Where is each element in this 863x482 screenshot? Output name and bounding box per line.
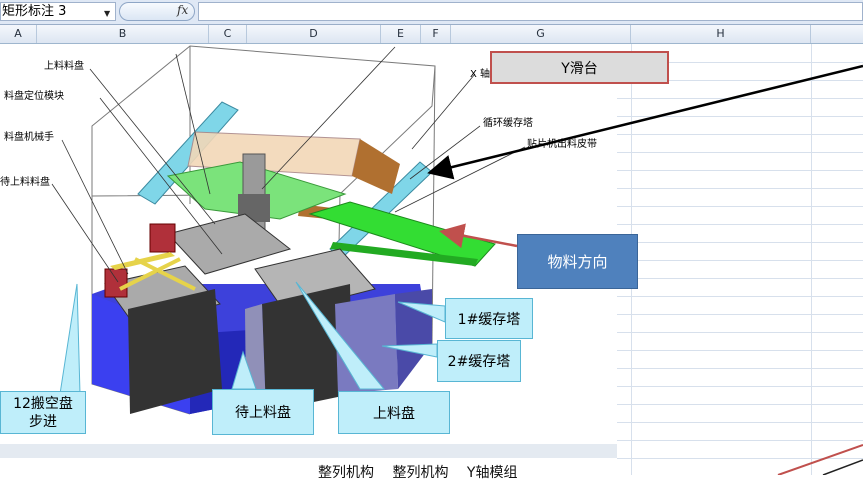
label-top-tray: 上料料盘	[44, 61, 84, 72]
grid-line	[617, 278, 863, 279]
callout-loading-tray[interactable]: 上料盘	[338, 391, 450, 434]
grid-line	[617, 440, 863, 441]
grid-line	[617, 458, 863, 459]
callout-buffer1[interactable]: 1#缓存塔	[445, 298, 533, 339]
grid-line	[617, 116, 863, 117]
column-header-h[interactable]: H	[631, 25, 811, 43]
formula-toolbar: 矩形标注 3 ▼ fx	[0, 0, 863, 25]
grid-line	[617, 206, 863, 207]
grid-line	[617, 404, 863, 405]
bottom-row-text: 整列机构 整列机构 Y轴模组	[318, 465, 518, 481]
grid-line	[617, 260, 863, 261]
grid-line	[617, 332, 863, 333]
callout-waiting-tray[interactable]: 待上料盘	[212, 389, 314, 435]
grid-line	[617, 314, 863, 315]
grid-line	[617, 386, 863, 387]
callout-material-direction[interactable]: 物料方向	[517, 234, 638, 289]
worksheet-row[interactable]	[0, 458, 617, 475]
column-headers: A B C D E F G H	[0, 25, 863, 44]
column-header-g[interactable]: G	[451, 25, 631, 43]
label-x-axis: X 轴	[470, 69, 491, 80]
callout-buffer2[interactable]: 2#缓存塔	[437, 340, 521, 382]
grid-line	[617, 134, 863, 135]
grid-line	[617, 98, 863, 99]
column-header-b[interactable]: B	[37, 25, 209, 43]
name-box-dropdown-icon[interactable]: ▼	[104, 9, 110, 18]
label-cycle-buffer: 循环缓存塔	[483, 118, 533, 129]
callout-empty-tray[interactable]: 12搬空盘步进	[0, 391, 86, 434]
label-tray-manipulator: 料盘机械手	[4, 132, 54, 143]
grid-line	[617, 296, 863, 297]
column-header-e[interactable]: E	[381, 25, 421, 43]
column-header-a[interactable]: A	[0, 25, 37, 43]
label-tray-locator: 料盘定位模块	[4, 91, 64, 102]
grid-line	[617, 170, 863, 171]
grid-line	[617, 224, 863, 225]
grid-line	[617, 422, 863, 423]
grid-line	[617, 350, 863, 351]
grid-line	[617, 368, 863, 369]
callout-y-slide[interactable]: Y滑台	[490, 51, 669, 84]
column-header-i[interactable]	[811, 25, 863, 43]
column-header-f[interactable]: F	[421, 25, 451, 43]
formula-input[interactable]	[198, 2, 863, 21]
grid-line	[617, 152, 863, 153]
grid-line	[617, 188, 863, 189]
name-box[interactable]: 矩形标注 3	[0, 2, 116, 21]
worksheet-row[interactable]	[0, 444, 617, 458]
column-header-d[interactable]: D	[247, 25, 381, 43]
label-waiting-tray: 待上料料盘	[0, 177, 50, 188]
grid-line	[617, 242, 863, 243]
insert-function-icon[interactable]: fx	[177, 3, 188, 17]
column-header-c[interactable]: C	[209, 25, 247, 43]
label-output-belt: 贴片机出料皮带	[527, 139, 597, 150]
